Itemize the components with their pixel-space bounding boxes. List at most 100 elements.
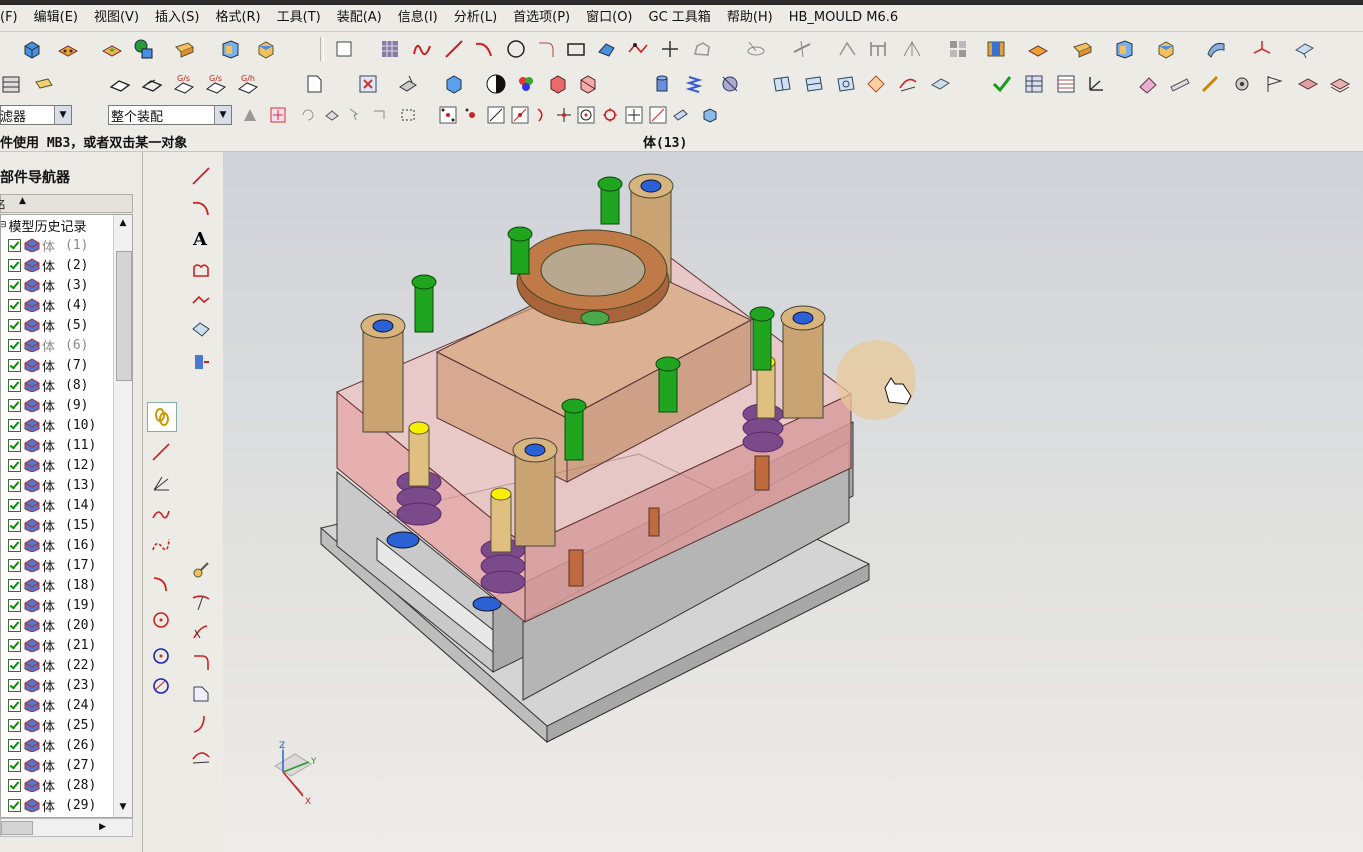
tree-row[interactable]: 体 (7) [1,355,113,375]
visibility-checkbox[interactable] [8,338,21,352]
extrude-icon[interactable] [172,37,196,61]
tree-row[interactable]: 体 (20) [1,615,113,635]
paint-icon[interactable] [1136,72,1160,96]
flag-icon[interactable] [1262,72,1286,96]
tree-row[interactable]: 体 (1) [1,235,113,255]
visibility-checkbox[interactable] [8,238,21,252]
visibility-checkbox[interactable] [8,558,21,572]
menu-format[interactable]: 格式(R) [207,5,268,31]
tree-row[interactable]: 体 (17) [1,555,113,575]
deselect-icon[interactable] [320,103,344,127]
trim-icon[interactable] [187,588,215,616]
menu-view[interactable]: 视图(V) [86,5,147,31]
new-sheet-icon[interactable] [302,72,326,96]
visibility-checkbox[interactable] [8,578,21,592]
associative-icon[interactable] [147,470,175,498]
project-curve-icon[interactable] [744,37,768,61]
visibility-checkbox[interactable] [8,618,21,632]
tree-row[interactable]: 体 (11) [1,435,113,455]
visibility-checkbox[interactable] [8,478,21,492]
revolve-icon[interactable] [218,37,242,61]
hscroll-thumb[interactable] [1,821,33,835]
divide-curve-icon[interactable] [866,37,890,61]
visibility-checkbox[interactable] [8,318,21,332]
selection-box-icon[interactable] [356,72,380,96]
tree-row[interactable]: 体 (28) [1,775,113,795]
visibility-checkbox[interactable] [8,278,21,292]
gear-icon[interactable] [1230,72,1254,96]
arc-sketch-icon[interactable] [147,570,175,598]
block-icon[interactable] [20,37,44,61]
bom-icon[interactable] [1022,72,1046,96]
tree-row[interactable]: 体 (6) [1,335,113,355]
rect-select-icon[interactable] [396,103,420,127]
mold-assembly-model[interactable]: Z Y X [223,152,1363,852]
filter-dropdown[interactable]: 过滤器 ▼ [0,105,72,125]
layout-icon[interactable] [1070,37,1094,61]
corner-icon[interactable] [187,648,215,676]
offset-curve-icon[interactable] [690,37,714,61]
boss-icon[interactable] [132,37,156,61]
menu-assembly[interactable]: 装配(A) [329,5,390,31]
menu-info[interactable]: 信息(I) [390,5,446,31]
menu-preferences[interactable]: 首选项(P) [505,5,578,31]
circle-icon[interactable] [504,37,528,61]
profile-icon[interactable] [187,256,215,284]
menu-help[interactable]: 帮助(H) [719,5,781,31]
offset-icon[interactable] [187,316,215,344]
tree-row[interactable]: 体 (29) [1,795,113,815]
menu-hb-mould[interactable]: HB_MOULD M6.6 [781,5,906,31]
studio-spline-icon[interactable] [626,37,650,61]
workpiece-icon[interactable] [1026,37,1050,61]
tree-row[interactable]: 体 (19) [1,595,113,615]
snap-line-icon[interactable] [484,103,508,127]
circle-center-icon[interactable] [147,606,175,634]
thicken-icon[interactable] [1292,37,1316,61]
snap-center-icon[interactable] [574,103,598,127]
curve-chain2-icon[interactable] [147,530,175,558]
snap-point-on-curve-icon[interactable] [646,103,670,127]
mesh-surface-icon[interactable] [378,37,402,61]
scroll-right-arrow[interactable]: ▶ [99,819,106,836]
visibility-checkbox[interactable] [8,358,21,372]
draft-gh-icon[interactable]: G/h [236,72,260,96]
mirror-icon[interactable] [187,348,215,376]
tree-row[interactable]: 体 (27) [1,755,113,775]
menu-analysis[interactable]: 分析(L) [446,5,505,31]
table-icon[interactable] [1054,72,1078,96]
pad-icon[interactable] [56,37,80,61]
visibility-checkbox[interactable] [8,378,21,392]
shaded-cube-icon[interactable] [442,72,466,96]
snap-arc-icon[interactable] [530,103,554,127]
tree-row[interactable]: 体 (16) [1,535,113,555]
tree-row[interactable]: 体 (21) [1,635,113,655]
color-palette-icon[interactable] [514,72,538,96]
curve-length-icon[interactable] [900,37,924,61]
undo-select-icon[interactable] [296,103,320,127]
draft-gs2-icon[interactable]: G/s [204,72,228,96]
select-mode-icon[interactable] [344,103,368,127]
tree-row[interactable]: 体 (8) [1,375,113,395]
arc-icon[interactable] [472,37,496,61]
surface-grid-3-icon[interactable] [834,72,858,96]
check-icon[interactable] [990,72,1014,96]
scroll-down-arrow[interactable]: ▼ [114,799,132,815]
line-icon[interactable] [442,37,466,61]
text-icon[interactable]: A [187,224,215,252]
menu-window[interactable]: 窗口(O) [578,5,640,31]
sweep-surface-icon[interactable] [1204,37,1228,61]
horizontal-scrollbar[interactable]: ▶ [0,818,133,837]
sketch-rectangle-icon[interactable] [332,37,356,61]
contrast-icon[interactable] [484,72,508,96]
tree-row[interactable]: 体 (5) [1,315,113,335]
sort-arrow-icon[interactable]: ▲ [19,196,26,206]
coordinate-system-icon[interactable] [1250,37,1274,61]
tree-row[interactable]: 体 (2) [1,255,113,275]
tree-row[interactable]: 体 (25) [1,715,113,735]
selection-priority-icon[interactable] [238,103,262,127]
key-icon[interactable] [187,556,215,584]
tree-row[interactable]: 体 (13) [1,475,113,495]
pocket-icon[interactable] [100,37,124,61]
section-box-icon[interactable] [576,72,600,96]
visibility-checkbox[interactable] [8,798,21,812]
